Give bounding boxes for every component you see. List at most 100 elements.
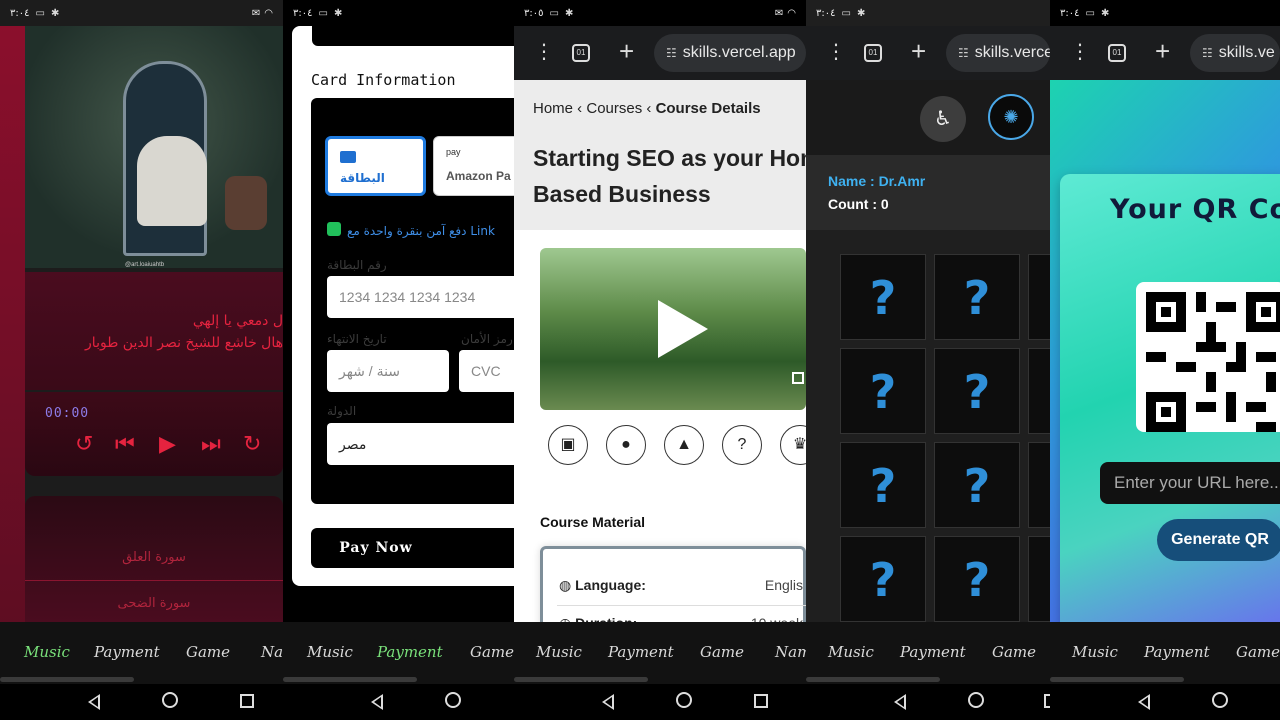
memory-tile[interactable]: ? <box>934 442 1020 528</box>
back-icon[interactable] <box>602 694 614 710</box>
tab-payment[interactable]: Payment <box>94 643 160 661</box>
generate-qr-button[interactable]: Generate QR <box>1157 519 1280 561</box>
link-secure-text[interactable]: Link دفع آمن بنقرة واحدة مع <box>347 224 495 238</box>
bottom-tab-bar: Music Payment Game Nam <box>514 622 806 684</box>
breadcrumb-details: Course Details <box>655 100 761 117</box>
menu-icon[interactable]: ⋮ <box>534 42 554 62</box>
amazon-pay-option[interactable]: pay Amazon Pa <box>433 136 514 196</box>
memory-tile[interactable]: ? <box>1028 442 1050 528</box>
card-option[interactable]: البطاقة <box>325 136 426 196</box>
tab-game[interactable]: Game <box>992 643 1036 661</box>
tab-name[interactable]: Nam <box>775 643 806 661</box>
cvc-input[interactable]: CVC <box>459 350 514 392</box>
tab-payment[interactable]: Payment <box>608 643 674 661</box>
url-bar[interactable]: ☷ skills.verce <box>946 34 1050 72</box>
tab-music[interactable]: Music <box>1072 643 1118 661</box>
globe-icon: ◍ <box>559 577 572 593</box>
tab-switcher-icon[interactable]: 01 <box>864 44 882 62</box>
back-icon[interactable] <box>1138 694 1150 710</box>
fullscreen-icon[interactable] <box>792 372 804 384</box>
tab-game[interactable]: Game <box>1236 643 1280 661</box>
url-input[interactable]: Enter your URL here... <box>1100 462 1280 504</box>
tab-game[interactable]: Game <box>470 643 514 661</box>
surah-item-duha[interactable]: سورة الضحى <box>25 596 283 611</box>
home-icon[interactable] <box>1212 692 1228 708</box>
memory-tile[interactable]: ? <box>840 536 926 622</box>
play-icon[interactable]: ▶ <box>159 432 176 456</box>
tab-game[interactable]: Game <box>186 643 230 661</box>
tab-music[interactable]: Music <box>307 643 353 661</box>
memory-tile[interactable]: ? <box>840 254 926 340</box>
surah-item-alaq[interactable]: سورة العلق <box>25 550 283 565</box>
divider <box>557 605 806 606</box>
play-icon[interactable] <box>658 300 708 358</box>
tab-switcher-icon[interactable]: 01 <box>572 44 590 62</box>
tab-switcher-icon[interactable]: 01 <box>1108 44 1126 62</box>
next-track-icon[interactable]: ⏭ <box>201 432 221 456</box>
breadcrumb-home[interactable]: Home <box>533 100 573 117</box>
menu-icon[interactable]: ⋮ <box>1070 42 1090 62</box>
country-select[interactable]: مصر <box>327 423 514 465</box>
memory-tile[interactable]: ? <box>934 348 1020 434</box>
tab-payment[interactable]: Payment <box>1144 643 1210 661</box>
recents-icon[interactable] <box>240 694 254 708</box>
lyric-line-2: هال خاشع للشيخ نصر الدين طوبار <box>85 335 283 351</box>
url-bar[interactable]: ☷ skills.ve <box>1190 34 1280 72</box>
scroll-indicator <box>1050 677 1184 682</box>
chat-icon[interactable]: ● <box>606 425 646 465</box>
memory-tile[interactable]: ? <box>840 442 926 528</box>
new-tab-icon[interactable]: + <box>911 36 926 66</box>
previous-track-icon[interactable]: ⏮ <box>115 432 135 456</box>
home-icon[interactable] <box>162 692 178 708</box>
tab-name[interactable]: Na <box>261 643 283 661</box>
home-icon[interactable] <box>968 692 984 708</box>
tab-music[interactable]: Music <box>828 643 874 661</box>
back-icon[interactable] <box>894 694 906 710</box>
site-settings-icon[interactable]: ☷ <box>666 46 677 60</box>
accessibility-icon[interactable]: ♿ <box>920 96 966 142</box>
home-icon[interactable] <box>445 692 461 708</box>
new-tab-icon[interactable]: + <box>619 36 634 66</box>
mail-icon: ✉ <box>251 7 261 19</box>
url-bar[interactable]: ☷ skills.vercel.app <box>654 34 806 72</box>
language-label: Language: <box>575 577 646 593</box>
menu-icon[interactable]: ⋮ <box>826 42 846 62</box>
memory-tile[interactable]: ? <box>934 254 1020 340</box>
new-tab-icon[interactable]: + <box>1155 36 1170 66</box>
breadcrumb-courses[interactable]: Courses <box>586 100 642 117</box>
question-icon[interactable]: ? <box>722 425 762 465</box>
graduation-cap-icon[interactable]: ▲ <box>664 425 704 465</box>
tab-payment[interactable]: Payment <box>900 643 966 661</box>
mail-icon: ✉ <box>774 7 784 19</box>
card-number-input[interactable]: 1234 1234 1234 1234 <box>327 276 514 318</box>
tab-music[interactable]: Music <box>536 643 582 661</box>
expiry-input[interactable]: سنة / شهر <box>327 350 449 392</box>
site-settings-icon[interactable]: ☷ <box>1202 46 1213 60</box>
qr-title: Your QR Co <box>1110 194 1280 225</box>
pay-now-button[interactable]: Pay Now <box>311 528 514 568</box>
memory-tile[interactable]: ? <box>1028 254 1050 340</box>
status-bar: ٣:٠٤ ▭ ✱ <box>283 0 514 26</box>
site-settings-icon[interactable]: ☷ <box>958 46 969 60</box>
rewind-10-icon[interactable]: ↺ <box>75 432 93 456</box>
crown-icon[interactable]: ♛ <box>780 425 806 465</box>
forward-10-icon[interactable]: ↻ <box>243 432 261 456</box>
lecture-icon[interactable]: ▣ <box>548 425 588 465</box>
status-time: ٣:٠٤ <box>293 7 313 19</box>
back-icon[interactable] <box>371 694 383 710</box>
recents-icon[interactable] <box>754 694 768 708</box>
tab-music[interactable]: Music <box>24 643 70 661</box>
back-icon[interactable] <box>88 694 100 710</box>
memory-tile[interactable]: ? <box>1028 348 1050 434</box>
tab-game[interactable]: Game <box>700 643 744 661</box>
brain-icon[interactable]: ✺ <box>988 94 1034 140</box>
course-video[interactable] <box>540 248 806 410</box>
wifi-icon: ◠ <box>787 7 796 19</box>
tab-payment[interactable]: Payment <box>377 643 443 661</box>
home-icon[interactable] <box>676 692 692 708</box>
memory-tile[interactable]: ? <box>840 348 926 434</box>
header-block <box>312 26 514 46</box>
memory-tile[interactable]: ? <box>1028 536 1050 622</box>
memory-tile[interactable]: ? <box>934 536 1020 622</box>
move-count: Count : 0 <box>828 196 889 212</box>
